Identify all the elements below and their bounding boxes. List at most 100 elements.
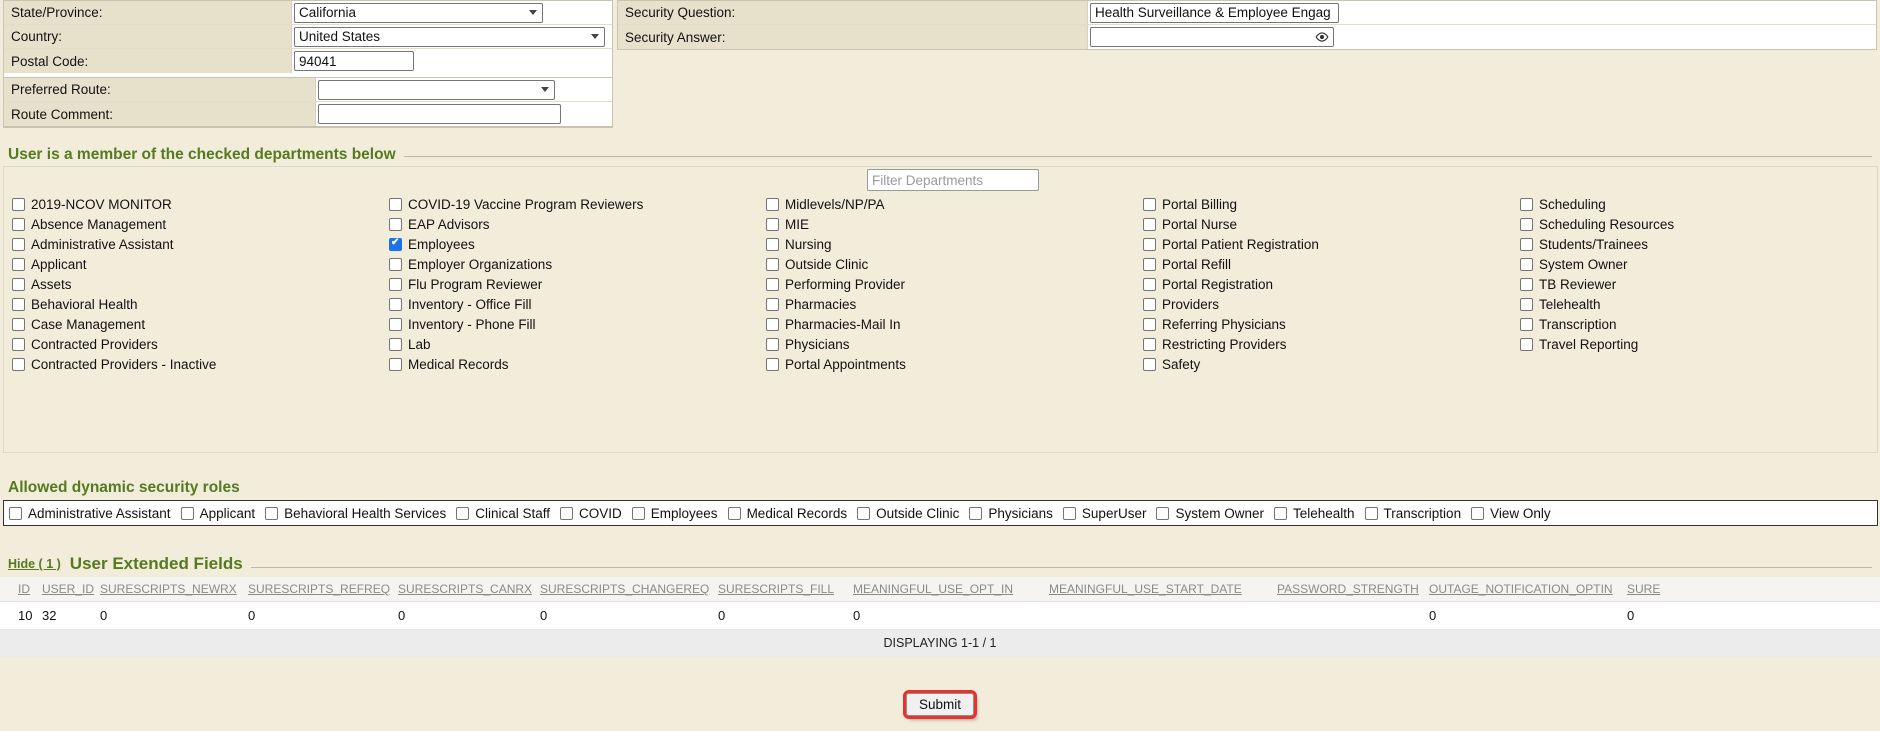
checkbox-icon[interactable] (1143, 238, 1156, 251)
checkbox-icon[interactable] (766, 338, 779, 351)
checkbox-icon[interactable] (389, 198, 402, 211)
department-checkbox-item[interactable]: Administrative Assistant (12, 234, 389, 254)
checkbox-icon[interactable] (1143, 258, 1156, 271)
role-checkbox-item[interactable]: Transcription (1365, 506, 1462, 521)
checkbox-icon[interactable] (12, 298, 25, 311)
checkbox-icon[interactable] (12, 358, 25, 371)
checkbox-icon[interactable] (1143, 218, 1156, 231)
column-header-surescripts_newrx[interactable]: SURESCRIPTS_NEWRX (96, 577, 244, 602)
checkbox-icon[interactable] (1143, 298, 1156, 311)
role-checkbox-item[interactable]: COVID (560, 506, 622, 521)
role-checkbox-item[interactable]: Applicant (181, 506, 256, 521)
department-checkbox-item[interactable]: Telehealth (1520, 294, 1880, 314)
column-header-surescripts_canrx[interactable]: SURESCRIPTS_CANRX (394, 577, 536, 602)
checkbox-icon[interactable] (766, 318, 779, 331)
department-checkbox-item[interactable]: Performing Provider (766, 274, 1143, 294)
checkbox-icon[interactable] (1520, 298, 1533, 311)
checkbox-icon[interactable] (389, 298, 402, 311)
checkbox-icon[interactable] (1156, 507, 1169, 520)
hide-link[interactable]: Hide ( 1 ) (8, 557, 61, 571)
department-checkbox-item[interactable]: Employer Organizations (389, 254, 766, 274)
checkbox-icon[interactable] (1520, 258, 1533, 271)
role-checkbox-item[interactable]: SuperUser (1063, 506, 1147, 521)
postal-code-input[interactable] (294, 51, 414, 71)
filter-departments-input[interactable] (867, 169, 1039, 191)
checkbox-icon[interactable] (9, 507, 22, 520)
submit-button[interactable]: Submit (906, 693, 974, 716)
department-checkbox-item[interactable]: Outside Clinic (766, 254, 1143, 274)
department-checkbox-item[interactable]: Portal Billing (1143, 194, 1520, 214)
checkbox-icon[interactable] (1365, 507, 1378, 520)
department-checkbox-item[interactable]: Safety (1143, 354, 1520, 374)
checkbox-icon[interactable] (12, 238, 25, 251)
checkbox-icon[interactable] (1520, 198, 1533, 211)
column-header-surescripts_changereq[interactable]: SURESCRIPTS_CHANGEREQ (536, 577, 714, 602)
checkbox-icon[interactable] (12, 338, 25, 351)
checkbox-icon[interactable] (12, 218, 25, 231)
checkbox-icon[interactable] (389, 358, 402, 371)
role-checkbox-item[interactable]: Outside Clinic (857, 506, 959, 521)
department-checkbox-item[interactable]: TB Reviewer (1520, 274, 1880, 294)
column-header-surescripts_fill[interactable]: SURESCRIPTS_FILL (714, 577, 849, 602)
column-header-sure[interactable]: SURE (1623, 577, 1880, 602)
checkbox-icon[interactable] (1143, 198, 1156, 211)
role-checkbox-item[interactable]: Medical Records (728, 506, 848, 521)
checkbox-icon[interactable] (1520, 318, 1533, 331)
eye-icon[interactable] (1315, 31, 1329, 46)
department-checkbox-item[interactable]: Referring Physicians (1143, 314, 1520, 334)
department-checkbox-item[interactable]: System Owner (1520, 254, 1880, 274)
checkbox-icon[interactable] (12, 258, 25, 271)
checkbox-icon[interactable] (1063, 507, 1076, 520)
department-checkbox-item[interactable]: Portal Registration (1143, 274, 1520, 294)
column-header-user_id[interactable]: USER_ID (38, 577, 96, 602)
checkbox-icon[interactable] (766, 218, 779, 231)
column-header-id[interactable]: ID (0, 577, 38, 602)
department-checkbox-item[interactable]: Pharmacies (766, 294, 1143, 314)
checkbox-icon[interactable] (1520, 278, 1533, 291)
security-answer-input[interactable] (1090, 27, 1334, 47)
checkbox-icon[interactable] (857, 507, 870, 520)
department-checkbox-item[interactable]: Inventory - Phone Fill (389, 314, 766, 334)
column-header-password_strength[interactable]: PASSWORD_STRENGTH (1273, 577, 1425, 602)
state-select[interactable]: California (294, 3, 543, 23)
checkbox-icon[interactable] (389, 278, 402, 291)
department-checkbox-item[interactable]: Midlevels/NP/PA (766, 194, 1143, 214)
checkbox-checked-icon[interactable] (389, 238, 402, 251)
checkbox-icon[interactable] (766, 238, 779, 251)
checkbox-icon[interactable] (12, 198, 25, 211)
department-checkbox-item[interactable]: Nursing (766, 234, 1143, 254)
column-header-outage_notification_optin[interactable]: OUTAGE_NOTIFICATION_OPTIN (1425, 577, 1623, 602)
department-checkbox-item[interactable]: Absence Management (12, 214, 389, 234)
department-checkbox-item[interactable]: Transcription (1520, 314, 1880, 334)
checkbox-icon[interactable] (728, 507, 741, 520)
department-checkbox-item[interactable]: Physicians (766, 334, 1143, 354)
role-checkbox-item[interactable]: Clinical Staff (456, 506, 550, 521)
department-checkbox-item[interactable]: Scheduling (1520, 194, 1880, 214)
checkbox-icon[interactable] (265, 507, 278, 520)
role-checkbox-item[interactable]: System Owner (1156, 506, 1264, 521)
role-checkbox-item[interactable]: Employees (632, 506, 718, 521)
checkbox-icon[interactable] (969, 507, 982, 520)
country-select[interactable]: United States (294, 27, 605, 47)
checkbox-icon[interactable] (1520, 338, 1533, 351)
department-checkbox-item[interactable]: Lab (389, 334, 766, 354)
department-checkbox-item[interactable]: Portal Nurse (1143, 214, 1520, 234)
checkbox-icon[interactable] (12, 278, 25, 291)
security-question-input[interactable] (1090, 3, 1339, 23)
column-header-surescripts_refreq[interactable]: SURESCRIPTS_REFREQ (244, 577, 394, 602)
role-checkbox-item[interactable]: Behavioral Health Services (265, 506, 446, 521)
route-comment-input[interactable] (318, 104, 561, 124)
checkbox-icon[interactable] (389, 218, 402, 231)
department-checkbox-item[interactable]: MIE (766, 214, 1143, 234)
department-checkbox-item[interactable]: Pharmacies-Mail In (766, 314, 1143, 334)
checkbox-icon[interactable] (456, 507, 469, 520)
column-header-meaningful_use_start_date[interactable]: MEANINGFUL_USE_START_DATE (1045, 577, 1273, 602)
department-checkbox-item[interactable]: COVID-19 Vaccine Program Reviewers (389, 194, 766, 214)
checkbox-icon[interactable] (1274, 507, 1287, 520)
checkbox-icon[interactable] (1143, 338, 1156, 351)
checkbox-icon[interactable] (1520, 218, 1533, 231)
department-checkbox-item[interactable]: Applicant (12, 254, 389, 274)
checkbox-icon[interactable] (632, 507, 645, 520)
department-checkbox-item[interactable]: Scheduling Resources (1520, 214, 1880, 234)
checkbox-icon[interactable] (766, 358, 779, 371)
